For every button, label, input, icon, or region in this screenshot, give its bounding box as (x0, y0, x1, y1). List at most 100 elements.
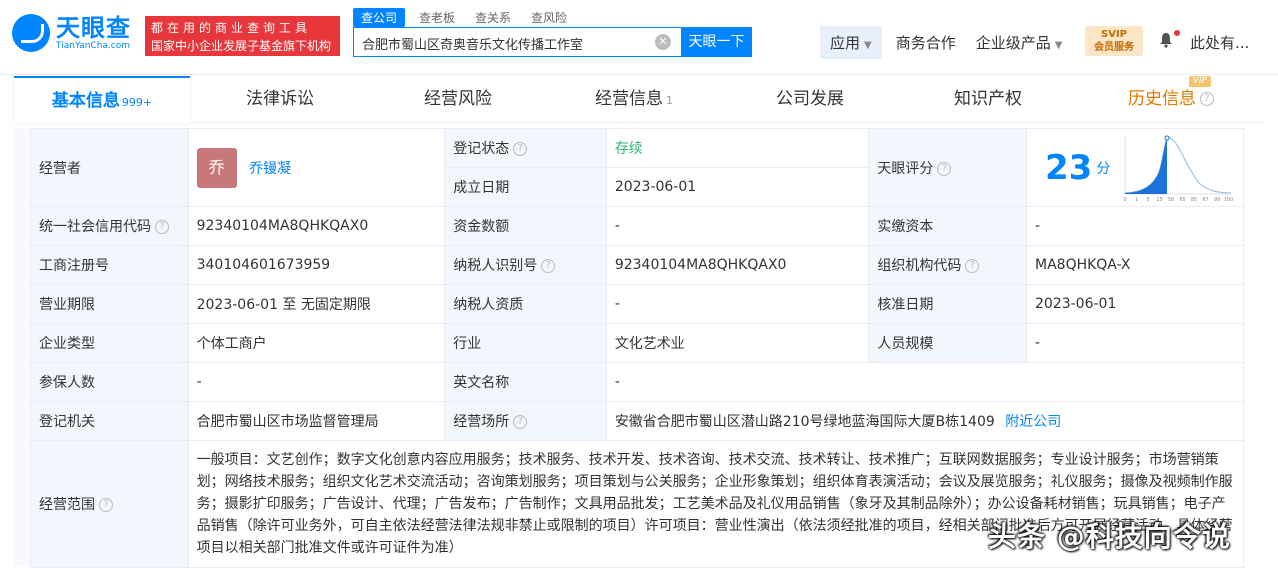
tab-ip[interactable]: 知识产权 (898, 76, 1078, 123)
address-value: 安徽省合肥市蜀山区潜山路210号绿地蓝海国际大厦B栋1409 附近公司 (605, 401, 1245, 441)
scope-label-text: 经营范围 (39, 497, 95, 513)
search-button[interactable]: 天眼一下 (681, 27, 752, 57)
nav-business[interactable]: 商务合作 (896, 32, 956, 53)
distribution-curve (1124, 136, 1232, 194)
operator-name-link[interactable]: 乔镘凝 (249, 161, 291, 177)
industry-label: 行业 (444, 323, 607, 363)
search-tab-risk[interactable]: 查风险 (531, 8, 567, 27)
found-date-value: 2023-06-01 (605, 167, 870, 207)
industry-value: 文化艺术业 (605, 323, 870, 363)
found-date-label: 成立日期 (444, 167, 607, 207)
search-tab-relation[interactable]: 查关系 (475, 8, 511, 27)
taxpayer-id-value: 92340104MA8QHKQAX0 (605, 245, 870, 285)
search-input-value: 合肥市蜀山区奇奥音乐文化传播工作室 (362, 38, 584, 53)
nav-app-menu[interactable]: 应用 ▼ (820, 25, 882, 59)
help-icon[interactable]: ? (965, 259, 980, 273)
search-type-tabs: 查公司 查老板 查关系 查风险 (353, 8, 587, 27)
credit-code-label: 统一社会信用代码? (30, 206, 189, 246)
tab-operation-count: 1 (666, 94, 673, 107)
svip-label: SVIP (1101, 29, 1127, 40)
type-value: 个体工商户 (187, 323, 446, 363)
left-gutter (14, 128, 30, 566)
svip-button[interactable]: SVIP 会员服务 (1085, 26, 1143, 56)
table-row: 登记机关 合肥市蜀山区市场监督管理局 经营场所? 安徽省合肥市蜀山区潜山路210… (30, 401, 1245, 441)
approve-date-label: 核准日期 (868, 284, 1027, 324)
chart-tick-label: 15 (1156, 197, 1162, 202)
help-icon[interactable]: ? (155, 220, 169, 234)
user-menu[interactable]: 此处有... (1190, 32, 1249, 53)
tab-history[interactable]: VIP 历史信息? (1078, 76, 1264, 123)
org-code-value: MA8QHKQA-X (1026, 245, 1244, 285)
slogan-banner: 都在用的商业查询工具 国家中小企业发展子基金旗下机构 (145, 16, 340, 56)
top-header: 天眼查 TianYanCha.com 都在用的商业查询工具 国家中小企业发展子基… (0, 0, 1278, 75)
taxpayer-qual-value: - (605, 284, 870, 324)
slogan-line-2: 国家中小企业发展子基金旗下机构 (151, 39, 332, 53)
chevron-down-icon: ▼ (1054, 39, 1063, 51)
authority-label: 登记机关 (30, 401, 189, 441)
paid-capital-label: 实缴资本 (868, 206, 1027, 246)
address-label-text: 经营场所 (453, 414, 510, 430)
score-label-text: 天眼评分 (877, 160, 934, 177)
tab-development[interactable]: 公司发展 (722, 76, 898, 123)
chart-tick-label: 100 (1224, 197, 1234, 202)
chevron-down-icon: ▼ (864, 39, 872, 51)
bell-icon[interactable] (1158, 32, 1174, 48)
table-row: 企业类型 个体工商户 行业 文化艺术业 人员规模 - (30, 323, 1244, 363)
staff-value: - (1026, 323, 1244, 363)
en-name-label: 英文名称 (444, 362, 607, 402)
score-cell: 23 分 0 1 5 15 50 65 85 97 99 100 (1026, 128, 1244, 207)
term-label: 营业期限 (30, 284, 189, 324)
score-distribution-chart: 0 1 5 15 50 65 85 97 99 100 (1123, 135, 1234, 202)
help-icon[interactable]: ? (541, 259, 556, 273)
reg-status-label-text: 登记状态 (453, 141, 510, 157)
help-icon[interactable]: ? (1200, 92, 1214, 106)
watermark: 头条 @科技向令说 (988, 520, 1231, 553)
approve-date-value: 2023-06-01 (1026, 284, 1244, 324)
staff-label: 人员规模 (868, 323, 1027, 363)
table-row: 经营者 乔 乔镘凝 登记状态? 存续 天眼评分? 23 分 0 1 5 15 50 65 85… (30, 128, 1244, 207)
nearby-company-link[interactable]: 附近公司 (1005, 414, 1061, 430)
chart-tick-label: 65 (1179, 197, 1185, 202)
chart-tick-label: 99 (1214, 197, 1220, 202)
company-tabs: 基本信息 999+ 法律诉讼 经营风险 经营信息 1 公司发展 知识产权 VIP 历… (14, 76, 1264, 123)
search-input[interactable]: 合肥市蜀山区奇奥音乐文化传播工作室 ✕ (353, 27, 681, 57)
help-icon[interactable]: ? (937, 161, 952, 176)
score-value: 23 (1045, 147, 1093, 188)
logo-eye-icon (12, 14, 50, 52)
logo-domain: TianYanCha.com (56, 40, 131, 51)
org-code-label-text: 组织机构代码 (877, 258, 962, 274)
taxpayer-id-label: 纳税人识别号? (444, 245, 607, 285)
chart-tick-label: 85 (1191, 197, 1197, 202)
tab-risk[interactable]: 经营风险 (370, 76, 546, 123)
help-icon[interactable]: ? (513, 415, 528, 429)
search-tab-boss[interactable]: 查老板 (419, 8, 455, 27)
help-icon[interactable]: ? (513, 142, 528, 156)
svip-sublabel: 会员服务 (1094, 42, 1134, 53)
avatar: 乔 (196, 147, 237, 188)
chart-tick-label: 97 (1202, 197, 1208, 202)
nav-app-label: 应用 (830, 33, 861, 52)
score-unit: 分 (1096, 160, 1111, 177)
reg-status-value: 存续 (605, 128, 870, 168)
help-icon[interactable]: ? (99, 498, 113, 512)
tab-basic-label: 基本信息 (51, 91, 120, 111)
tab-operation[interactable]: 经营信息 1 (546, 76, 722, 123)
nav-enterprise-menu[interactable]: 企业级产品 ▼ (976, 32, 1063, 53)
chart-tick-label: 1 (1135, 197, 1138, 202)
taxpayer-id-label-text: 纳税人识别号 (453, 258, 538, 274)
insured-label: 参保人数 (30, 362, 189, 402)
search-tab-company[interactable]: 查公司 (353, 8, 406, 27)
site-logo[interactable]: 天眼查 TianYanCha.com (12, 14, 131, 52)
notification-dot (1174, 30, 1180, 36)
vip-tag: VIP (1188, 76, 1211, 87)
reg-no-value: 340104601673959 (187, 245, 446, 285)
capital-value: - (605, 206, 870, 246)
tab-legal[interactable]: 法律诉讼 (190, 76, 370, 123)
capital-label: 资金数额 (444, 206, 607, 246)
credit-code-label-text: 统一社会信用代码 (39, 219, 151, 235)
top-nav: 应用 ▼ 商务合作 企业级产品 ▼ (820, 25, 1082, 59)
tab-basic-info[interactable]: 基本信息 999+ (14, 76, 190, 123)
clear-icon[interactable]: ✕ (655, 34, 671, 50)
address-text: 安徽省合肥市蜀山区潜山路210号绿地蓝海国际大厦B栋1409 (614, 414, 995, 430)
table-row: 工商注册号 340104601673959 纳税人识别号? 92340104MA… (30, 245, 1244, 285)
